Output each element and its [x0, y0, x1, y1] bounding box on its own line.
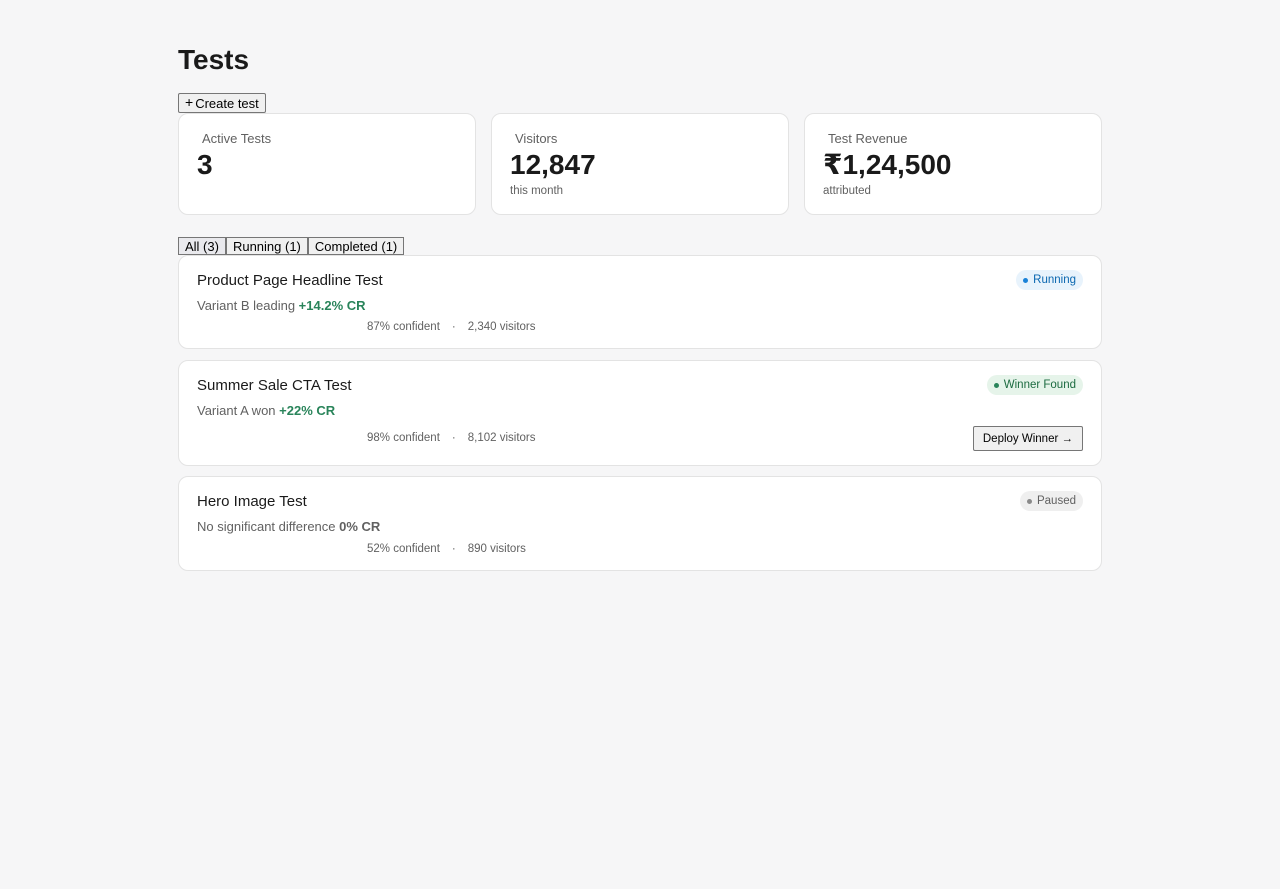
- tab-running[interactable]: Running (1): [225, 237, 308, 255]
- stat-card-visitors: Visitors 12,847 this month: [491, 113, 789, 215]
- confidence: 98% confident: [367, 432, 440, 444]
- lift-value: +22% CR: [279, 403, 336, 418]
- stat-card-test-revenue: Test Revenue ₹1,24,500 attributed: [804, 113, 1102, 215]
- stats-row: Active Tests 3 Visitors 12,847 this mont…: [178, 113, 1102, 215]
- summary-text: Variant A won: [197, 403, 276, 418]
- confidence: 52% confident: [367, 543, 440, 555]
- test-card[interactable]: Hero Image Test Paused No significant di…: [178, 476, 1102, 571]
- status-dot-icon: [1023, 277, 1029, 283]
- separator: ·: [451, 543, 456, 555]
- status-dot-icon: [1026, 498, 1032, 504]
- tab-completed[interactable]: Completed (1): [307, 237, 405, 255]
- test-name: Hero Image Test: [197, 493, 307, 510]
- status-badge: Running: [1016, 270, 1083, 290]
- create-test-button[interactable]: + Create test: [178, 93, 266, 113]
- plus-icon: +: [185, 93, 194, 110]
- status-badge: Winner Found: [986, 375, 1083, 395]
- test-summary: Variant A won +22% CR: [197, 403, 335, 418]
- status-text: Paused: [1036, 495, 1076, 507]
- stat-label: Test Revenue: [828, 131, 908, 146]
- visitors-count: 8,102 visitors: [467, 432, 536, 444]
- test-card[interactable]: Product Page Headline Test Running Varia…: [178, 255, 1102, 349]
- test-summary: Variant B leading +14.2% CR: [197, 298, 366, 313]
- separator: ·: [451, 321, 456, 333]
- stat-label: Active Tests: [202, 131, 272, 146]
- deploy-winner-button[interactable]: Deploy Winner →: [972, 426, 1083, 451]
- create-test-label: Create test: [195, 95, 259, 111]
- status-dot-icon: [993, 382, 999, 388]
- lift-value: 0% CR: [339, 519, 381, 534]
- stat-label: Visitors: [515, 131, 558, 146]
- test-meta: 52% confident · 890 visitors: [367, 543, 526, 555]
- status-badge: Paused: [1019, 491, 1083, 511]
- lift-value: +14.2% CR: [298, 298, 366, 313]
- visitors-count: 2,340 visitors: [467, 321, 536, 333]
- status-text: Winner Found: [1003, 379, 1076, 391]
- separator: ·: [451, 432, 456, 444]
- summary-text: Variant B leading: [197, 298, 296, 313]
- stat-sub: attributed: [823, 185, 871, 197]
- test-summary: No significant difference 0% CR: [197, 519, 380, 534]
- visitors-count: 890 visitors: [467, 543, 526, 555]
- confidence: 87% confident: [367, 321, 440, 333]
- status-text: Running: [1033, 274, 1076, 286]
- test-meta: 98% confident · 8,102 visitors: [367, 432, 536, 444]
- test-name: Summer Sale CTA Test: [197, 377, 352, 394]
- test-card[interactable]: Summer Sale CTA Test Winner Found Varian…: [178, 360, 1102, 466]
- stat-sub: this month: [510, 185, 564, 197]
- stat-value: 3: [197, 149, 213, 180]
- filter-tabs: All (3) Running (1) Completed (1): [178, 237, 405, 255]
- summary-text: No significant difference: [197, 519, 336, 534]
- stat-value: 12,847: [510, 149, 596, 180]
- test-meta: 87% confident · 2,340 visitors: [367, 321, 536, 333]
- stat-value: ₹1,24,500: [823, 149, 952, 180]
- tab-all[interactable]: All (3): [178, 237, 226, 255]
- test-name: Product Page Headline Test: [197, 272, 383, 289]
- stat-card-active-tests: Active Tests 3: [178, 113, 476, 215]
- page-title: Tests: [178, 44, 250, 75]
